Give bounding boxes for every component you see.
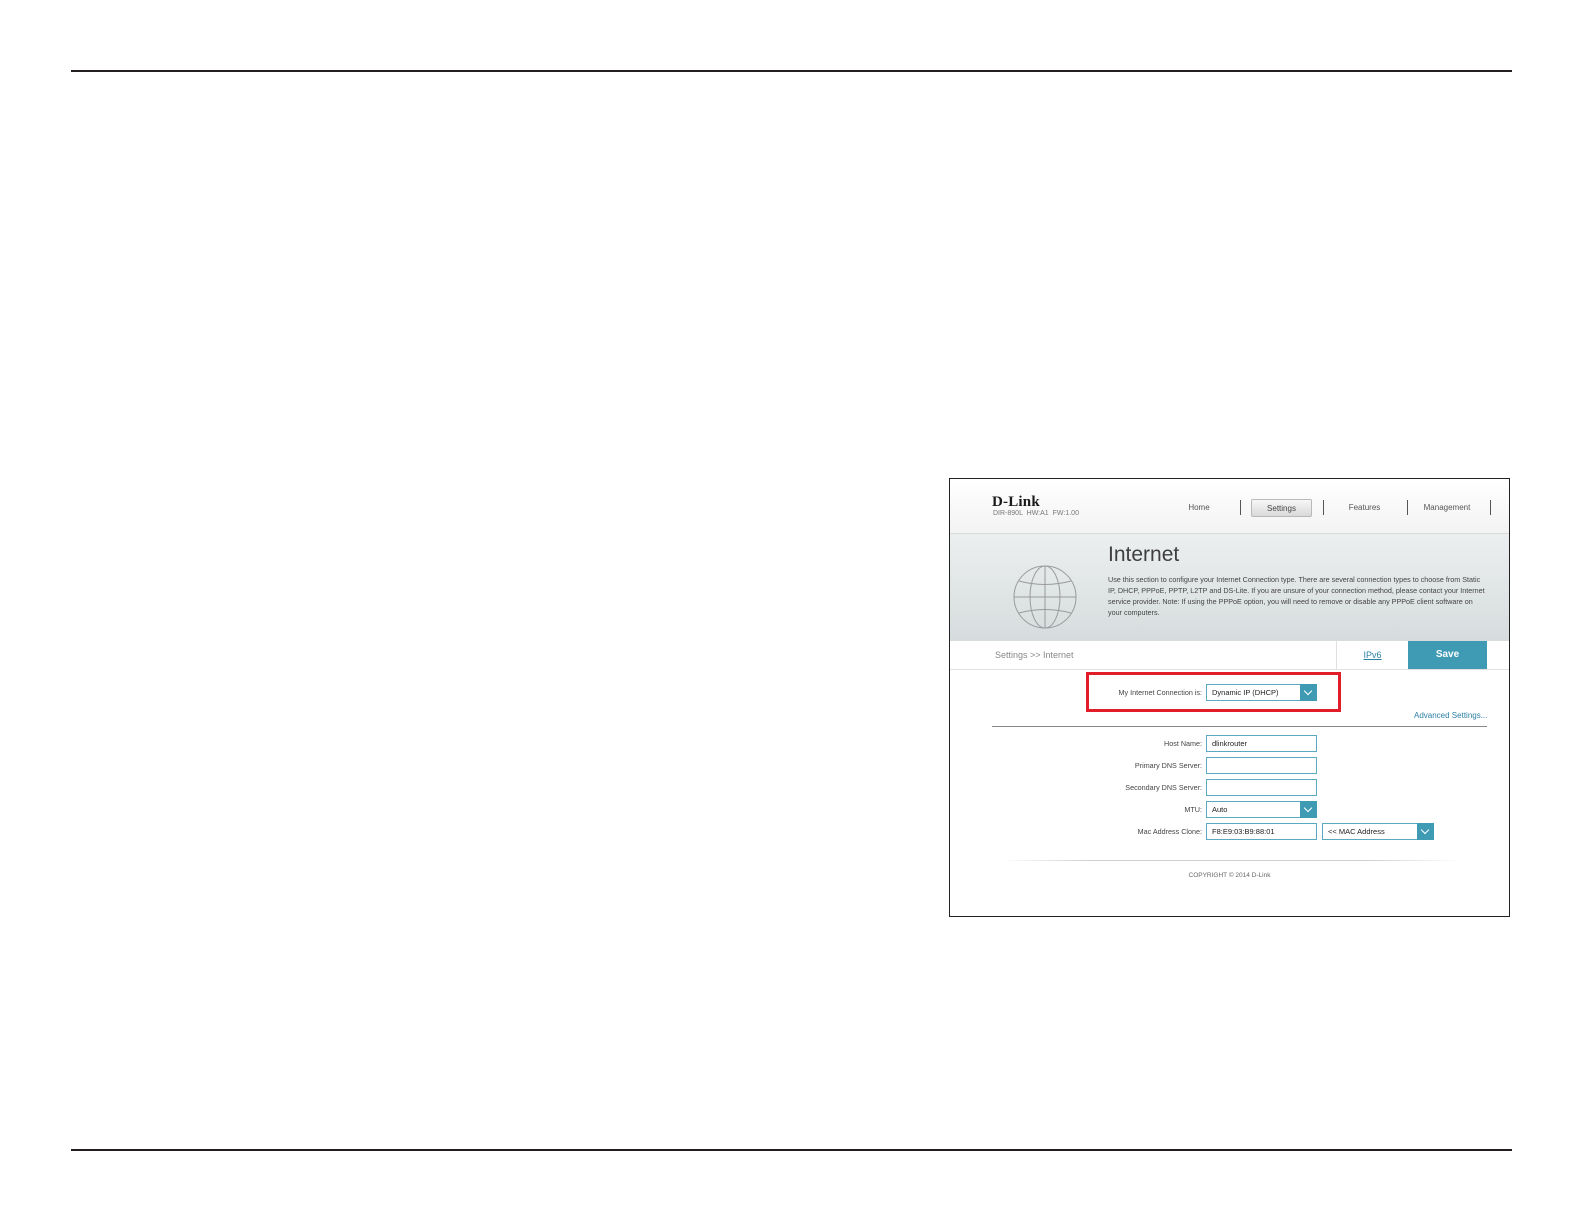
mac-clone-input[interactable]: F8:E9:03:B9:88:01 [1206,823,1317,840]
mtu-label: MTU: [1184,805,1202,814]
connection-type-value: Dynamic IP (DHCP) [1212,688,1279,697]
nav-home[interactable]: Home [1179,499,1219,517]
mac-address-select-value: << MAC Address [1328,827,1385,836]
nav-features[interactable]: Features [1337,499,1392,517]
chevron-down-icon [1300,684,1317,701]
breadcrumb-bar: Settings >> Internet IPv6 Save [950,641,1509,670]
nav-separator [1407,500,1408,515]
nav-separator [1240,500,1241,515]
mac-clone-label: Mac Address Clone: [1137,827,1202,836]
primary-dns-input[interactable] [1206,757,1317,774]
nav-separator [1323,500,1324,515]
chevron-down-icon [1417,823,1434,840]
nav-management[interactable]: Management [1417,499,1477,517]
mtu-select[interactable]: Auto [1206,801,1317,818]
router-header: D-Link DIR-890L HW:A1 FW:1.00 Home Setti… [950,479,1509,534]
ipv6-link[interactable]: IPv6 [1336,641,1408,669]
primary-dns-label: Primary DNS Server: [1134,761,1202,770]
page-bottom-rule [71,1149,1512,1151]
page-top-rule [71,70,1512,72]
nav-settings[interactable]: Settings [1251,499,1312,517]
router-screenshot: D-Link DIR-890L HW:A1 FW:1.00 Home Setti… [949,478,1510,917]
copyright: COPYRIGHT © 2014 D-Link [1188,872,1271,879]
secondary-dns-label: Secondary DNS Server: [1125,783,1202,792]
mtu-value: Auto [1212,805,1228,814]
breadcrumb: Settings >> Internet [995,650,1074,660]
footer-divider [1000,860,1460,861]
dlink-logo: D-Link [992,494,1040,510]
connection-type-select[interactable]: Dynamic IP (DHCP) [1206,684,1317,701]
section-divider [992,726,1487,727]
nav-separator [1490,500,1491,515]
globe-icon [1013,565,1077,629]
page-description: Use this section to configure your Inter… [1108,575,1485,617]
mac-address-select[interactable]: << MAC Address [1322,823,1434,840]
page-title: Internet [1108,543,1180,566]
save-button[interactable]: Save [1408,641,1487,669]
secondary-dns-input[interactable] [1206,779,1317,796]
internet-banner: Internet Use this section to configure y… [950,534,1509,641]
chevron-down-icon [1300,801,1317,818]
advanced-settings-link[interactable]: Advanced Settings... [1414,711,1487,720]
connection-type-label: My Internet Connection is: [1118,688,1203,697]
host-name-label: Host Name: [1164,739,1202,748]
host-name-input[interactable]: dlinkrouter [1206,735,1317,752]
model-info: DIR-890L HW:A1 FW:1.00 [993,510,1079,517]
